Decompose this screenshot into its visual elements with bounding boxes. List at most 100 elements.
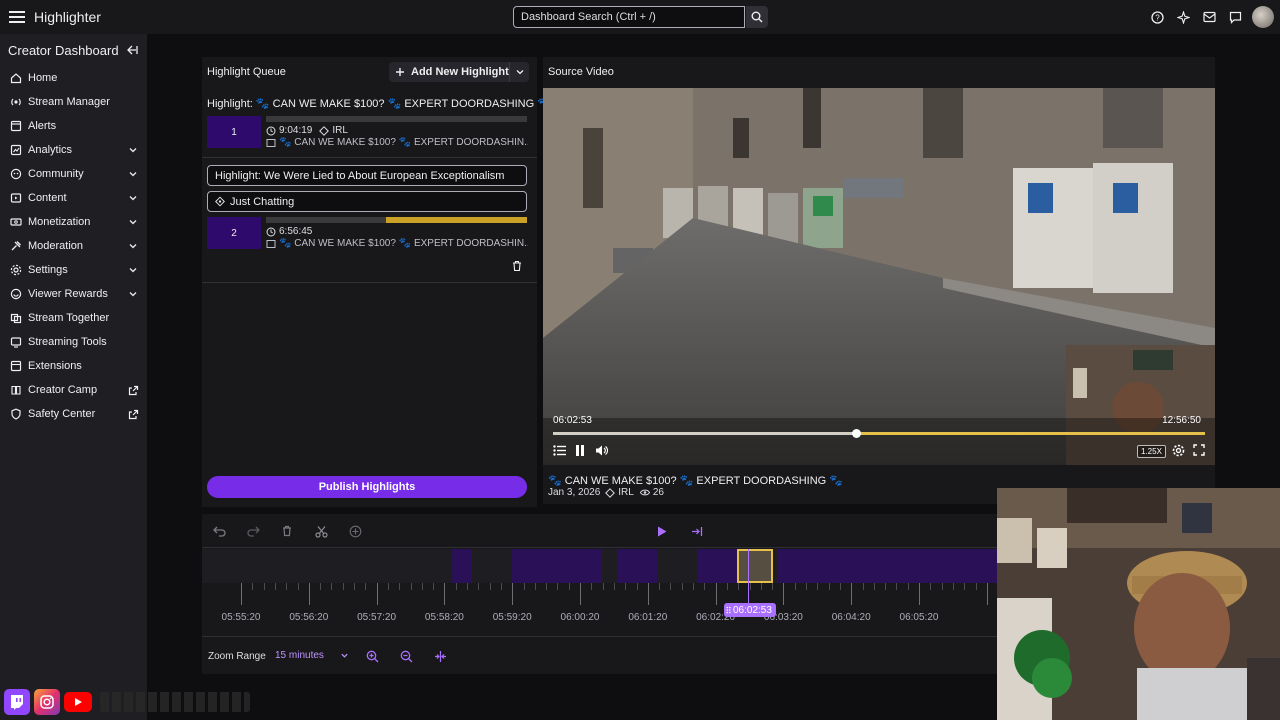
gear-icon[interactable]: [1170, 442, 1186, 458]
playhead-time-badge[interactable]: 06:02:53: [724, 603, 776, 617]
drag-handle-icon: [726, 606, 731, 614]
ruler-minor-tick: [862, 583, 864, 590]
selected-clip-range[interactable]: [737, 549, 773, 583]
divider: [202, 282, 537, 283]
dashboard-search: [513, 6, 768, 28]
sidebar-item-label: Monetization: [28, 216, 91, 228]
zoom-out-icon[interactable]: [397, 647, 415, 665]
ruler-minor-tick: [952, 583, 954, 590]
help-icon[interactable]: ?: [1144, 0, 1170, 34]
sidebar-item-alerts[interactable]: Alerts: [0, 114, 147, 138]
ruler-minor-tick: [534, 583, 536, 590]
ruler-minor-tick: [433, 583, 435, 590]
ruler-minor-tick: [489, 583, 491, 590]
timeline-segment[interactable]: [452, 549, 472, 583]
seek-handle[interactable]: [852, 429, 861, 438]
sidebar-item-monetization[interactable]: Monetization: [0, 210, 147, 234]
video-frame: [543, 88, 1215, 465]
ruler-major-tick: [715, 583, 717, 605]
highlight-1-clip[interactable]: 1 9:04:19 IRL 🐾 CAN WE MAKE $100? 🐾 EXPE…: [207, 116, 528, 148]
jump-to-end-icon[interactable]: [688, 522, 706, 540]
timeline-segment[interactable]: [512, 549, 602, 583]
video-seek-bar[interactable]: [553, 429, 1205, 438]
timeline-segment[interactable]: [617, 549, 657, 583]
sidebar-item-moderation[interactable]: Moderation: [0, 234, 147, 258]
zoom-range-select[interactable]: 15 minutes: [275, 650, 349, 661]
highlight-2-category-field[interactable]: Just Chatting: [207, 191, 527, 212]
plus-icon: [389, 67, 411, 77]
highlight-1-title[interactable]: Highlight: 🐾 CAN WE MAKE $100? 🐾 EXPERT …: [207, 97, 551, 110]
chevron-down-icon: [128, 217, 138, 227]
analytics-icon: [9, 143, 23, 157]
avatar[interactable]: [1252, 6, 1274, 28]
undo-icon[interactable]: [210, 522, 228, 540]
sidebar-item-streaming-tools[interactable]: Streaming Tools: [0, 330, 147, 354]
ruler-minor-tick: [421, 583, 423, 590]
video-player[interactable]: 06:02:53 12:56:50 1.25X: [543, 88, 1215, 465]
clip-stream-title: 🐾 CAN WE MAKE $100? 🐾 EXPERT DOORDASHIN.…: [279, 137, 528, 148]
timeline-track[interactable]: [202, 549, 997, 583]
whispers-icon[interactable]: [1222, 0, 1248, 34]
sidebar-item-content[interactable]: Content: [0, 186, 147, 210]
ruler-major-tick: [783, 583, 785, 605]
sidebar-item-safety-center[interactable]: Safety Center: [0, 402, 147, 426]
sidebar-item-label: Extensions: [28, 360, 82, 372]
volume-icon[interactable]: [593, 442, 609, 458]
social-brand-strip: [4, 689, 250, 715]
chapters-icon[interactable]: [551, 442, 567, 458]
sidebar-item-stream-manager[interactable]: Stream Manager: [0, 90, 147, 114]
menu-icon[interactable]: [0, 0, 34, 34]
highlight-2-clip[interactable]: 2 6:56:45 🐾 CAN WE MAKE $100? 🐾 EXPERT D…: [207, 217, 528, 249]
sidebar-item-settings[interactable]: Settings: [0, 258, 147, 282]
ruler-minor-tick: [896, 583, 898, 590]
sidebar-item-analytics[interactable]: Analytics: [0, 138, 147, 162]
ruler-minor-tick: [704, 583, 706, 590]
highlight-queue-panel: Highlight Queue Add New Highlight Highli…: [202, 57, 551, 507]
highlight-2-title-field[interactable]: Highlight: We Were Lied to About Europea…: [207, 165, 527, 186]
publish-highlights-button[interactable]: Publish Highlights: [207, 476, 527, 498]
sidebar-item-creator-camp[interactable]: Creator Camp: [0, 378, 147, 402]
top-bar: Highlighter ?: [0, 0, 1280, 34]
search-input[interactable]: [513, 6, 745, 28]
ruler-minor-tick: [907, 583, 909, 590]
ruler-minor-tick: [297, 583, 299, 590]
add-highlight-dropdown[interactable]: [509, 62, 529, 82]
playback-speed-button[interactable]: 1.25X: [1137, 445, 1166, 458]
sidebar-item-label: Stream Manager: [28, 96, 110, 108]
seek-highlight-range: [857, 432, 1205, 435]
sidebar-item-viewer-rewards[interactable]: Viewer Rewards: [0, 282, 147, 306]
timeline-segment[interactable]: [777, 549, 997, 583]
video-meta: Jan 3, 2026 IRL 26: [548, 487, 664, 498]
sidebar-item-community[interactable]: Community: [0, 162, 147, 186]
video-views: 26: [652, 487, 664, 498]
ruler-tick-label: 06:04:20: [831, 612, 871, 623]
scissors-icon[interactable]: [312, 522, 330, 540]
clip-range-fill: [386, 217, 527, 223]
sparkle-icon[interactable]: [1170, 0, 1196, 34]
clip-stream-title: 🐾 CAN WE MAKE $100? 🐾 EXPERT DOORDASHIN.…: [279, 238, 528, 249]
search-button[interactable]: [746, 6, 768, 28]
collapse-sidebar-icon[interactable]: [126, 44, 138, 56]
timeline-segment[interactable]: [697, 549, 737, 583]
moderation-icon: [9, 239, 23, 253]
sidebar: Creator Dashboard Home Stream Manager Al…: [0, 34, 147, 720]
stream-icon: [266, 239, 276, 249]
webcam-frame: [997, 488, 1280, 720]
sidebar-item-home[interactable]: Home: [0, 66, 147, 90]
trash-icon[interactable]: [511, 260, 523, 272]
pause-icon[interactable]: [572, 442, 588, 458]
inbox-icon[interactable]: [1196, 0, 1222, 34]
add-new-highlight-button[interactable]: Add New Highlight: [389, 62, 529, 82]
sidebar-item-stream-together[interactable]: Stream Together: [0, 306, 147, 330]
play-icon[interactable]: [653, 522, 671, 540]
trash-icon[interactable]: [278, 522, 296, 540]
redo-icon[interactable]: [244, 522, 262, 540]
ruler-minor-tick: [613, 583, 615, 590]
sidebar-item-extensions[interactable]: Extensions: [0, 354, 147, 378]
extensions-icon: [9, 359, 23, 373]
fit-timeline-icon[interactable]: [431, 647, 449, 665]
zoom-in-icon[interactable]: [363, 647, 381, 665]
add-clip-icon[interactable]: [346, 522, 364, 540]
fullscreen-icon[interactable]: [1191, 442, 1207, 458]
video-total-time: 12:56:50: [1162, 415, 1201, 426]
